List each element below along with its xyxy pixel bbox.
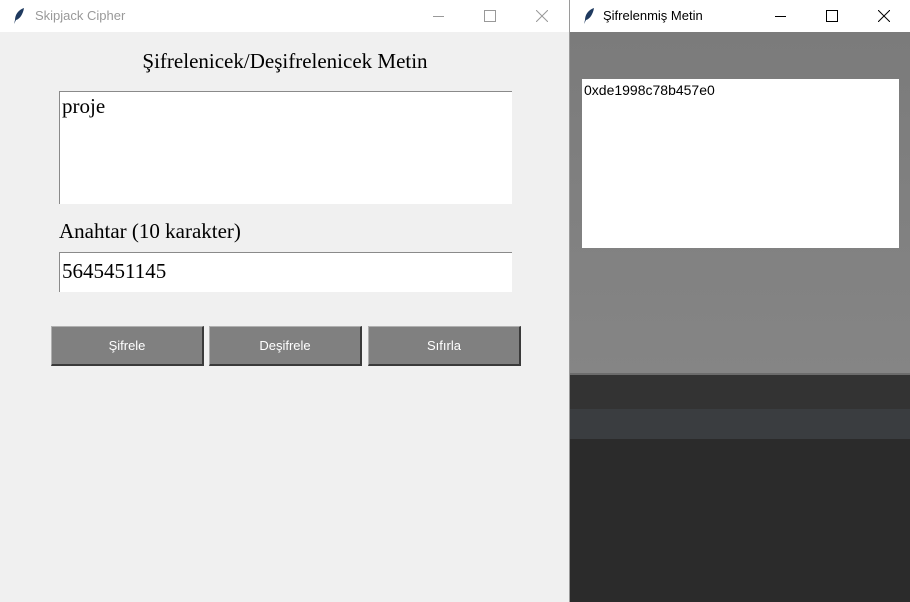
close-button[interactable] (861, 0, 907, 32)
reset-button[interactable]: Sıfırla (368, 326, 521, 366)
maximize-button[interactable] (467, 0, 513, 32)
background-panel (570, 373, 910, 409)
minimize-icon (775, 16, 786, 17)
close-button[interactable] (519, 0, 565, 32)
close-icon (536, 10, 548, 22)
window-title: Şifrelenmiş Metin (603, 8, 703, 23)
encrypt-button[interactable]: Şifrele (51, 326, 204, 366)
feather-icon (584, 8, 594, 24)
background-panel (570, 409, 910, 439)
key-label: Anahtar (10 karakter) (59, 219, 241, 243)
output-titlebar[interactable]: Şifrelenmiş Metin (570, 0, 910, 32)
maximize-icon (826, 10, 838, 22)
maximize-icon (484, 10, 496, 22)
main-window: Skipjack Cipher Şifrelenicek/Deşifreleni… (0, 0, 570, 602)
main-titlebar[interactable]: Skipjack Cipher (0, 0, 569, 32)
ciphertext-output[interactable]: 0xde1998c78b457e0 (582, 79, 899, 248)
minimize-button[interactable] (416, 0, 462, 32)
output-window: Şifrelenmiş Metin 0xde1998c78b457e0 (570, 0, 910, 375)
text-label: Şifrelenicek/Deşifrelenicek Metin (142, 49, 428, 73)
background-panel (570, 439, 910, 602)
minimize-button[interactable] (758, 0, 804, 32)
close-icon (878, 10, 890, 22)
minimize-icon (433, 16, 444, 17)
decrypt-button[interactable]: Deşifrele (209, 326, 362, 366)
window-title: Skipjack Cipher (35, 8, 126, 23)
maximize-button[interactable] (809, 0, 855, 32)
key-input[interactable]: 5645451145 (59, 252, 512, 292)
feather-icon (14, 8, 24, 24)
plaintext-input[interactable]: proje (59, 91, 512, 204)
